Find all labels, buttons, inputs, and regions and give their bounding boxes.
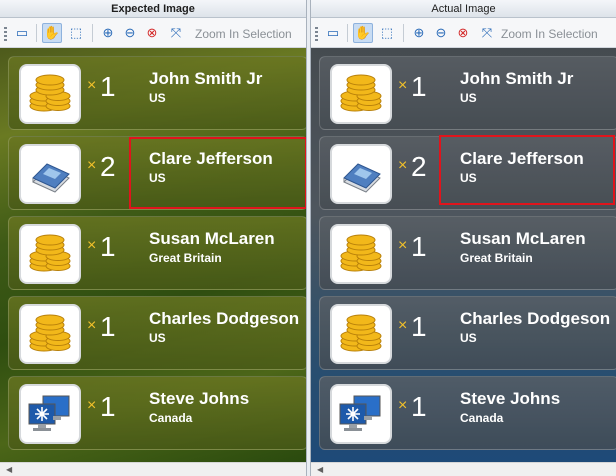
zoom-in-selection-button[interactable]: Zoom In Selection — [501, 27, 598, 41]
fit-window-icon[interactable]: ▭ — [12, 23, 32, 43]
customer-country: US — [149, 91, 166, 105]
quantity: 1 — [411, 231, 427, 262]
customer-country: US — [460, 331, 477, 345]
expected-image-pane: Expected Image ▭ ✋ ⬚ ⊕ ⊖ ⊗ ⤧ Zoom In Sel… — [0, 0, 307, 476]
customer-country: Great Britain — [460, 251, 533, 265]
customer-name: Charles Dodgeson — [460, 309, 611, 328]
computers-icon — [19, 384, 81, 444]
list-item: × 1 Charles Dodgeson US — [8, 296, 306, 370]
book-icon — [330, 144, 392, 204]
toolbar-separator — [347, 24, 348, 42]
quantity: 1 — [100, 71, 116, 102]
actual-image-canvas[interactable]: × 1 John Smith Jr US × 2 Clare Jefferson US × 1 Su… — [311, 48, 616, 462]
quantity: 1 — [411, 391, 427, 422]
expected-toolbar: ▭ ✋ ⬚ ⊕ ⊖ ⊗ ⤧ Zoom In Selection — [0, 18, 306, 48]
select-region-icon[interactable]: ⬚ — [377, 23, 397, 43]
coins-icon — [19, 64, 81, 124]
customer-name: John Smith Jr — [460, 69, 574, 88]
coins-icon — [330, 304, 392, 364]
expected-pane-title: Expected Image — [0, 0, 306, 18]
scroll-left-icon[interactable]: ◀ — [317, 465, 323, 474]
zoom-out-icon[interactable]: ⊖ — [120, 23, 140, 43]
zoom-in-selection-button[interactable]: Zoom In Selection — [195, 27, 292, 41]
scroll-left-icon[interactable]: ◀ — [6, 465, 12, 474]
quantity: 1 — [100, 311, 116, 342]
book-icon — [19, 144, 81, 204]
customer-name: Charles Dodgeson — [149, 309, 300, 328]
quantity: 1 — [411, 311, 427, 342]
multiplier-sign: × — [398, 397, 408, 414]
list-item: × 1 John Smith Jr US — [319, 56, 616, 130]
list-item: × 2 Clare Jefferson US — [8, 136, 306, 210]
horizontal-scrollbar[interactable]: ◀ — [311, 462, 616, 476]
customer-country: Canada — [460, 411, 504, 425]
list-item: × 2 Clare Jefferson US — [319, 136, 616, 210]
customer-country: Great Britain — [149, 251, 222, 265]
customer-name: Susan McLaren — [149, 229, 275, 248]
multiplier-sign: × — [398, 237, 408, 254]
coins-icon — [19, 304, 81, 364]
coins-icon — [330, 224, 392, 284]
multiplier-sign: × — [87, 397, 97, 414]
quantity: 1 — [100, 231, 116, 262]
customer-country: US — [149, 171, 166, 185]
customer-country: US — [460, 91, 477, 105]
multiplier-sign: × — [87, 317, 97, 334]
quantity: 2 — [411, 151, 427, 182]
toolbar-grip[interactable] — [315, 27, 318, 41]
actual-pane-title: Actual Image — [311, 0, 616, 18]
list-item: × 1 Susan McLaren Great Britain — [8, 216, 306, 290]
customer-country: US — [149, 331, 166, 345]
list-item: × 1 John Smith Jr US — [8, 56, 306, 130]
expected-image-canvas[interactable]: × 1 John Smith Jr US × 2 Clare Jefferson US × 1 Su… — [0, 48, 306, 462]
toolbar-separator — [92, 24, 93, 42]
quantity: 1 — [100, 391, 116, 422]
list-item: × 1 Susan McLaren Great Britain — [319, 216, 616, 290]
zoom-reset-icon[interactable]: ⊗ — [453, 23, 473, 43]
multiplier-sign: × — [398, 77, 408, 94]
pan-tool-icon[interactable]: ✋ — [42, 23, 62, 43]
pan-tool-icon[interactable]: ✋ — [353, 23, 373, 43]
customer-name: John Smith Jr — [149, 69, 263, 88]
toolbar-separator — [36, 24, 37, 42]
toolbar-grip[interactable] — [4, 27, 7, 41]
multiplier-sign: × — [398, 157, 408, 174]
customer-name: Steve Johns — [149, 389, 250, 408]
zoom-in-icon[interactable]: ⊕ — [409, 23, 429, 43]
customer-country: Canada — [149, 411, 193, 425]
toolbar-separator — [403, 24, 404, 42]
fit-window-icon[interactable]: ▭ — [323, 23, 343, 43]
list-item: × 1 Charles Dodgeson US — [319, 296, 616, 370]
coins-icon — [19, 224, 81, 284]
actual-toolbar: ▭ ✋ ⬚ ⊕ ⊖ ⊗ ⤧ Zoom In Selection — [311, 18, 616, 48]
multiplier-sign: × — [87, 77, 97, 94]
computers-icon — [330, 384, 392, 444]
coins-icon — [330, 64, 392, 124]
customer-name: Susan McLaren — [460, 229, 586, 248]
list-item: × 1 Steve Johns Canada — [8, 376, 306, 450]
fit-to-selection-icon[interactable]: ⤧ — [166, 23, 186, 43]
fit-to-selection-icon[interactable]: ⤧ — [477, 23, 497, 43]
customer-name: Clare Jefferson — [460, 149, 584, 168]
customer-name: Clare Jefferson — [149, 149, 273, 168]
multiplier-sign: × — [398, 317, 408, 334]
select-region-icon[interactable]: ⬚ — [66, 23, 86, 43]
zoom-reset-icon[interactable]: ⊗ — [142, 23, 162, 43]
horizontal-scrollbar[interactable]: ◀ — [0, 462, 306, 476]
quantity: 2 — [100, 151, 116, 182]
list-item: × 1 Steve Johns Canada — [319, 376, 616, 450]
zoom-in-icon[interactable]: ⊕ — [98, 23, 118, 43]
customer-country: US — [460, 171, 477, 185]
quantity: 1 — [411, 71, 427, 102]
customer-name: Steve Johns — [460, 389, 561, 408]
multiplier-sign: × — [87, 237, 97, 254]
actual-image-pane: Actual Image ▭ ✋ ⬚ ⊕ ⊖ ⊗ ⤧ Zoom In Selec… — [310, 0, 616, 476]
zoom-out-icon[interactable]: ⊖ — [431, 23, 451, 43]
multiplier-sign: × — [87, 157, 97, 174]
